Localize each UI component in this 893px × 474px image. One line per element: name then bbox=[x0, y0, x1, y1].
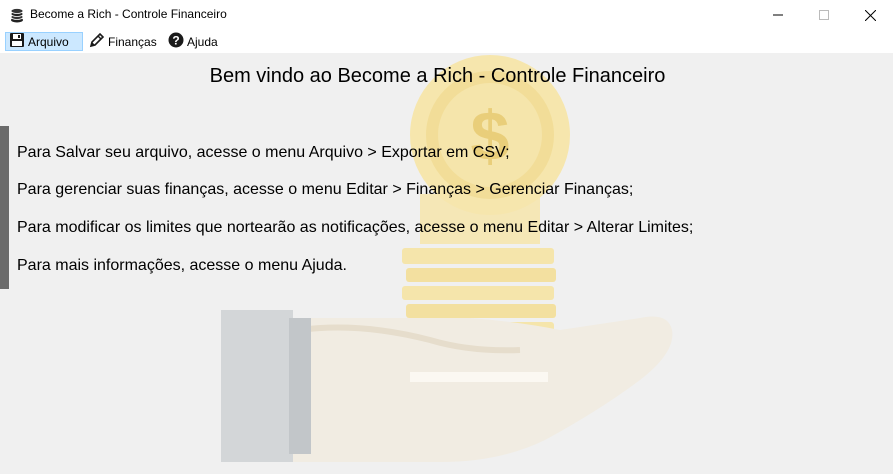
side-scroll-bar[interactable] bbox=[0, 126, 9, 289]
minimize-icon bbox=[773, 10, 783, 20]
svg-text:?: ? bbox=[172, 34, 179, 48]
welcome-heading: Bem vindo ao Become a Rich - Controle Fi… bbox=[209, 65, 666, 87]
menu-arquivo[interactable]: Arquivo bbox=[5, 32, 83, 51]
floppy-disk-icon bbox=[9, 32, 28, 51]
menu-financas-label: Finanças bbox=[108, 34, 157, 49]
main-content: $ Bem vindo ao Become a Rich - Controle … bbox=[0, 53, 893, 474]
title-bar: Become a Rich - Controle Financeiro bbox=[0, 0, 893, 30]
svg-text:$: $ bbox=[471, 97, 510, 175]
maximize-icon bbox=[819, 10, 829, 20]
menu-ajuda-label: Ajuda bbox=[187, 34, 218, 49]
instruction-help: Para mais informações, acesse o menu Aju… bbox=[17, 257, 347, 274]
coins-icon bbox=[8, 6, 26, 24]
help-icon: ? bbox=[168, 32, 187, 51]
menu-financas[interactable]: Finanças bbox=[86, 32, 161, 51]
instruction-finances: Para gerenciar suas finanças, acesse o m… bbox=[17, 181, 634, 198]
instruction-save: Para Salvar seu arquivo, acesse o menu A… bbox=[17, 144, 510, 161]
pencil-icon bbox=[89, 32, 108, 51]
window-title: Become a Rich - Controle Financeiro bbox=[30, 7, 227, 21]
close-button[interactable] bbox=[847, 0, 893, 30]
close-icon bbox=[864, 9, 876, 21]
minimize-button[interactable] bbox=[755, 0, 801, 30]
maximize-button[interactable] bbox=[801, 0, 847, 30]
menu-ajuda[interactable]: ? Ajuda bbox=[165, 32, 222, 51]
menu-bar: Arquivo Finanças ? Ajuda bbox=[0, 30, 893, 53]
instruction-limits: Para modificar os limites que nortearão … bbox=[17, 219, 694, 236]
menu-arquivo-label: Arquivo bbox=[28, 34, 69, 49]
